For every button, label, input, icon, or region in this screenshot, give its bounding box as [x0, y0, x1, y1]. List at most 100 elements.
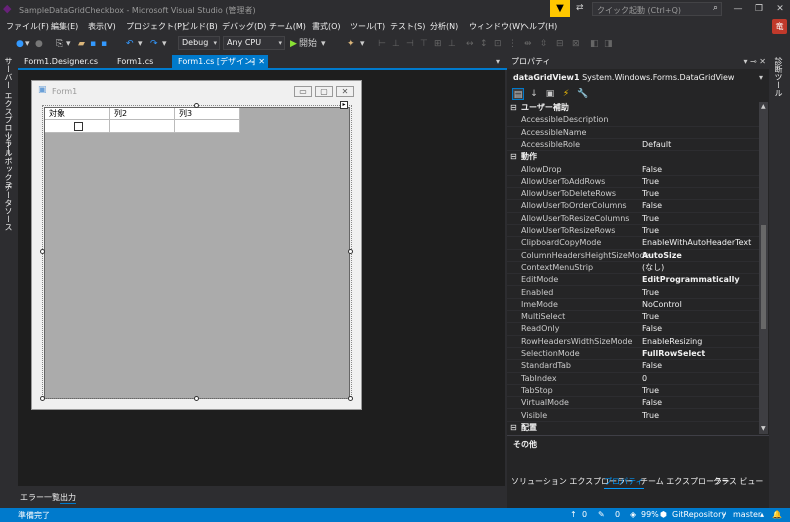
dropdown-arrow-icon[interactable]: ▾	[162, 38, 167, 50]
property-row[interactable]: TabIndex 0	[507, 373, 759, 385]
property-row[interactable]: AccessibleDescription	[507, 114, 759, 127]
changes-count[interactable]: 0	[615, 510, 620, 519]
property-row[interactable]: ReadOnly False	[507, 323, 759, 336]
unpushed-count[interactable]: 0	[582, 510, 587, 519]
property-value[interactable]: False	[642, 360, 662, 372]
property-value[interactable]: 0	[642, 373, 647, 385]
dropdown-arrow-icon[interactable]: ▾	[360, 38, 365, 50]
dropdown-arrow-icon[interactable]: ▾	[66, 38, 71, 50]
property-value[interactable]: AutoSize	[642, 250, 682, 262]
close-tab-icon[interactable]: ✕	[258, 55, 265, 69]
properties-icon[interactable]: ▣	[544, 88, 556, 100]
menu-format[interactable]: 書式(O)	[312, 21, 341, 32]
property-row[interactable]: AllowUserToResizeColumns True	[507, 213, 759, 225]
scrollbar-thumb[interactable]	[761, 225, 766, 329]
search-icon[interactable]: ⌕	[713, 3, 718, 13]
save-all-icon[interactable]: ▪	[101, 38, 107, 50]
property-row[interactable]: SelectionMode FullRowSelect	[507, 348, 759, 361]
menu-view[interactable]: 表示(V)	[88, 21, 116, 32]
property-value[interactable]: EnableResizing	[642, 336, 702, 348]
center-h-icon[interactable]: ⊟	[556, 38, 564, 50]
property-row[interactable]: TabStop True	[507, 385, 759, 398]
property-row[interactable]: MultiSelect True	[507, 311, 759, 324]
menu-team[interactable]: チーム(M)	[269, 21, 306, 32]
property-row[interactable]: EditMode EditProgrammatically	[507, 274, 759, 287]
bell-icon[interactable]: 🔔	[772, 510, 782, 519]
property-value[interactable]: False	[642, 164, 662, 176]
back-icon[interactable]: ●	[16, 38, 24, 50]
tab-form1-design[interactable]: Form1.cs [デザイン] ⊸ ✕	[172, 55, 268, 69]
send-back-icon[interactable]: ◨	[604, 38, 613, 50]
property-value[interactable]: True	[642, 213, 659, 225]
resize-handle[interactable]	[194, 396, 199, 401]
resize-handle[interactable]	[40, 396, 45, 401]
rail-tab-diagnostic-tools[interactable]: 診断ツール	[773, 57, 784, 97]
property-row[interactable]: AllowDrop False	[507, 164, 759, 176]
menu-project[interactable]: プロジェクト(P)	[126, 21, 185, 32]
property-value[interactable]: True	[642, 176, 659, 188]
property-row[interactable]: Enabled True	[507, 287, 759, 299]
align-center-icon[interactable]: ⊥	[392, 38, 400, 50]
property-value[interactable]: False	[642, 397, 662, 409]
redo-icon[interactable]: ↷	[150, 38, 158, 50]
align-left-icon[interactable]: ⊢	[378, 38, 386, 50]
menu-file[interactable]: ファイル(F)	[6, 21, 49, 32]
tab-overflow-icon[interactable]: ▾	[496, 57, 500, 66]
rail-tab-data-sources[interactable]: データソース	[3, 183, 14, 231]
property-row[interactable]: RowHeadersWidthSizeMode EnableResizing	[507, 336, 759, 348]
property-row[interactable]: ImeMode NoControl	[507, 299, 759, 312]
quick-launch-input[interactable]: クイック起動 (Ctrl+Q) ⌕	[592, 2, 722, 16]
property-row[interactable]: AllowUserToOrderColumns False	[507, 200, 759, 213]
collapse-icon[interactable]: ⊟	[510, 151, 517, 163]
align-middle-icon[interactable]: ⊞	[434, 38, 442, 50]
maximize-button[interactable]: ❐	[751, 2, 767, 16]
categorized-icon[interactable]: ▤	[512, 88, 524, 100]
same-width-icon[interactable]: ↔	[466, 38, 474, 50]
property-value[interactable]: EnableWithAutoHeaderText	[642, 237, 751, 249]
menu-test[interactable]: テスト(S)	[390, 21, 425, 32]
menu-debug[interactable]: デバッグ(D)	[222, 21, 266, 32]
resize-handle[interactable]	[40, 249, 45, 254]
property-value[interactable]: False	[642, 200, 662, 212]
tab-form1-cs[interactable]: Form1.cs	[111, 55, 159, 69]
property-pages-icon[interactable]: 🔧	[577, 88, 589, 100]
git-icon[interactable]: ⬢	[660, 510, 667, 519]
property-value[interactable]: True	[642, 410, 659, 422]
category-behavior[interactable]: ⊟ 動作	[507, 151, 759, 163]
open-file-icon[interactable]: ▰	[78, 38, 85, 50]
menu-tools[interactable]: ツール(T)	[350, 21, 385, 32]
property-value[interactable]: True	[642, 311, 659, 323]
start-button[interactable]: 開始	[299, 38, 317, 50]
grid-icon[interactable]: ⋮	[508, 38, 517, 50]
object-selector[interactable]: dataGridView1 System.Windows.Forms.DataG…	[507, 71, 769, 85]
property-value[interactable]: (なし)	[642, 262, 664, 274]
align-right-icon[interactable]: ⊣	[406, 38, 414, 50]
property-row[interactable]: AllowUserToDeleteRows True	[507, 188, 759, 201]
center-v-icon[interactable]: ⊠	[572, 38, 580, 50]
dropdown-arrow-icon[interactable]: ▾	[321, 38, 326, 50]
resize-handle[interactable]	[348, 396, 353, 401]
notification-flag-icon[interactable]: ▼	[550, 0, 570, 17]
property-value[interactable]: False	[642, 323, 662, 335]
scroll-up-icon[interactable]: ▲	[761, 103, 766, 110]
tab-form1-designer-cs[interactable]: Form1.Designer.cs	[18, 55, 104, 69]
branch-icon[interactable]: ⑂	[722, 510, 727, 519]
property-row[interactable]: AllowUserToAddRows True	[507, 176, 759, 189]
same-height-icon[interactable]: ↕	[480, 38, 488, 50]
property-row[interactable]: ContextMenuStrip (なし)	[507, 262, 759, 275]
forward-icon[interactable]: ●	[35, 38, 43, 50]
resize-handle[interactable]	[194, 103, 199, 108]
property-row[interactable]: VirtualMode False	[507, 397, 759, 410]
property-value[interactable]: True	[642, 385, 659, 397]
scroll-down-icon[interactable]: ▼	[761, 425, 766, 432]
feedback-icon[interactable]: ⇄	[576, 3, 584, 13]
platform-dropdown[interactable]: Any CPU ▾	[223, 36, 285, 50]
pin-icon[interactable]: ⊸	[248, 55, 254, 69]
align-top-icon[interactable]: ⊤	[420, 38, 428, 50]
user-avatar[interactable]: 竜	[772, 19, 787, 34]
tab-properties[interactable]: プロパティ	[604, 475, 644, 489]
form-maximize-button[interactable]: ▢	[315, 86, 333, 97]
alphabetical-icon[interactable]: ↓	[528, 88, 540, 100]
same-size-icon[interactable]: ⊡	[494, 38, 502, 50]
start-icon[interactable]: ▶	[290, 38, 297, 50]
